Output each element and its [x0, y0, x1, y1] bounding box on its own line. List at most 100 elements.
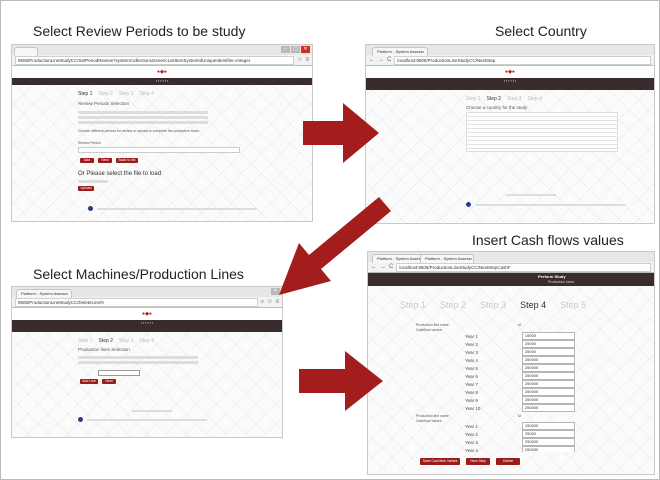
upload-title: Or Please select the file to load — [78, 171, 162, 177]
cashflow-input[interactable]: 150000 — [521, 422, 575, 430]
upload-button[interactable]: Upload — [78, 186, 94, 191]
footer-logo-icon — [88, 206, 93, 211]
cashflow-input[interactable]: 15000 — [521, 332, 575, 340]
top-navbar: Perform Study Production Lines — [368, 273, 654, 286]
review-period-input[interactable] — [78, 147, 240, 153]
save-cashflow-values-button[interactable]: Save Cashflow Values — [420, 458, 460, 465]
delete-button[interactable]: Delete — [496, 458, 520, 465]
page-body: Step 1 Step 2 Step 3 Step 4 Step 5 Produ… — [368, 286, 654, 474]
browser-tab[interactable] — [14, 47, 38, 56]
site-logo: ●◆● — [12, 308, 282, 320]
reload-icon[interactable]: C — [387, 56, 391, 64]
browser-tab[interactable]: Platform - System Assessr — [372, 47, 428, 56]
step-5[interactable]: Step 5 — [560, 300, 586, 310]
cashflow-row: Year 3 25000 — [465, 348, 575, 356]
back-to-list-button[interactable]: Back to list — [116, 158, 138, 163]
footer-text — [506, 194, 556, 196]
next-button[interactable]: Next — [98, 158, 112, 163]
add-line-button[interactable]: Add Line — [80, 379, 98, 384]
machine-select[interactable] — [98, 370, 140, 376]
nav-link[interactable]: ▪ ▪ ▪ ▪ ▪ ▪ — [156, 78, 168, 85]
country-table — [466, 112, 618, 152]
browser-tab[interactable]: Platform - System Assessr — [420, 254, 474, 263]
cashflow-row: Year 3 250000 — [465, 438, 575, 446]
year-label: Year 1 — [465, 423, 478, 429]
step-2[interactable]: Step 2 — [98, 338, 112, 344]
address-bar[interactable]: 9506/ProductionLineStudyCC/SetPeriodRevi… — [15, 55, 295, 65]
year-label: Year 2 — [465, 341, 478, 347]
year-label: Year 4 — [465, 357, 478, 363]
cashflow-row: Year 6 250000 — [465, 372, 575, 380]
cashflow-input[interactable]: 250000 — [521, 438, 575, 446]
step-4[interactable]: Step 4 — [139, 338, 153, 344]
address-bar[interactable]: localhost:9506/ProductionLineStudyCC/Nex… — [396, 262, 651, 272]
cashflow-input[interactable]: 250000 — [521, 364, 575, 372]
step-4[interactable]: Step 4 — [520, 300, 546, 310]
site-logo: ●◆● — [366, 66, 654, 78]
step-3[interactable]: Step 3 — [119, 338, 133, 344]
step-1[interactable]: Step 1 — [78, 338, 92, 344]
add-button[interactable]: Add — [80, 158, 94, 163]
cashflow-input[interactable]: 25000 — [521, 348, 575, 356]
production-line-code: M — [518, 323, 521, 327]
browser-chrome: Platform - System Assessr Platform - Sys… — [368, 252, 654, 273]
step-3[interactable]: Step 3 — [507, 96, 521, 102]
cashflow-input[interactable]: 25000 — [521, 430, 575, 438]
back-arrow-icon[interactable]: ← — [369, 56, 375, 64]
menu-icon[interactable]: ≡ — [305, 56, 309, 64]
next-button[interactable]: Next — [102, 379, 116, 384]
cashflow-input[interactable]: 250000 — [521, 404, 575, 412]
top-navbar: ▪ ▪ ▪ ▪ ▪ ▪ — [12, 78, 312, 85]
page-body: Step 1 Step 2 Step 3 Step 4 Review Perio… — [12, 85, 312, 221]
cashflow-input[interactable]: 25000 — [521, 340, 575, 348]
production-line-label: Production line name — [416, 323, 449, 327]
file-input[interactable] — [78, 180, 108, 183]
nav-link[interactable]: ▪ ▪ ▪ ▪ ▪ ▪ — [141, 320, 153, 332]
nav-link[interactable]: ▪ ▪ ▪ ▪ ▪ ▪ — [504, 78, 516, 90]
year-label: Year 10 — [465, 405, 481, 411]
cashflow-input[interactable]: 250000 — [521, 372, 575, 380]
search-icon[interactable]: ⌕ — [261, 298, 264, 306]
cashflow-input[interactable]: 250000 — [521, 388, 575, 396]
year-label: Year 1 — [465, 333, 478, 339]
browser-chrome: Platform - System Assessr ← → C localhos… — [366, 45, 654, 66]
table-row — [78, 361, 198, 364]
cashflow-input[interactable]: 250000 — [521, 356, 575, 364]
step-2[interactable]: Step 2 — [440, 300, 466, 310]
year-label: Year 3 — [465, 349, 478, 355]
menu-icon[interactable]: ≡ — [275, 298, 279, 306]
cashflow-row: Year 2 25000 — [465, 340, 575, 348]
cashflow-row: Year 8 250000 — [465, 388, 575, 396]
step-3[interactable]: Step 3 — [119, 91, 133, 97]
step-1[interactable]: Step 1 — [78, 91, 92, 97]
step-1[interactable]: Step 1 — [400, 300, 426, 310]
minimize-icon[interactable]: – — [281, 46, 290, 53]
address-bar[interactable]: localhost:9506/ProductionLineStudyCC/Nex… — [394, 55, 651, 65]
star-icon[interactable]: ☆ — [267, 298, 272, 306]
forward-arrow-icon[interactable]: → — [378, 56, 384, 64]
maximize-icon[interactable]: ▢ — [291, 46, 300, 53]
step-2[interactable]: Step 2 — [486, 96, 500, 102]
cashflow-row: Year 4 250000 — [465, 446, 575, 452]
cashflow-row: Year 2 25000 — [465, 430, 575, 438]
table-row — [78, 121, 208, 124]
step-4[interactable]: Step 4 — [139, 91, 153, 97]
address-bar[interactable]: 9506/ProductionLineStudyCC/DeleteLine/0 — [15, 297, 258, 307]
year-label: Year 5 — [465, 365, 478, 371]
cashflow-input[interactable]: 250000 — [521, 380, 575, 388]
cashflow-input[interactable]: 250000 — [521, 446, 575, 452]
step-3[interactable]: Step 3 — [480, 300, 506, 310]
footer-text — [476, 204, 626, 206]
cashflow-input[interactable]: 250000 — [521, 396, 575, 404]
instruction-text: Choose different periods for review or u… — [78, 129, 199, 133]
next-step-button[interactable]: Next Step — [466, 458, 490, 465]
step-1[interactable]: Step 1 — [466, 96, 480, 102]
table-row — [78, 111, 208, 114]
browser-tab[interactable]: Platform - System Assessr — [16, 289, 72, 298]
step-2[interactable]: Step 2 — [98, 91, 112, 97]
star-icon[interactable]: ☆ — [297, 56, 302, 64]
close-icon[interactable]: ✕ — [301, 46, 310, 53]
screenshot-select-country: Platform - System Assessr ← → C localhos… — [365, 44, 655, 224]
site-logo: ●◆● — [12, 66, 312, 78]
step-4[interactable]: Step 4 — [527, 96, 541, 102]
